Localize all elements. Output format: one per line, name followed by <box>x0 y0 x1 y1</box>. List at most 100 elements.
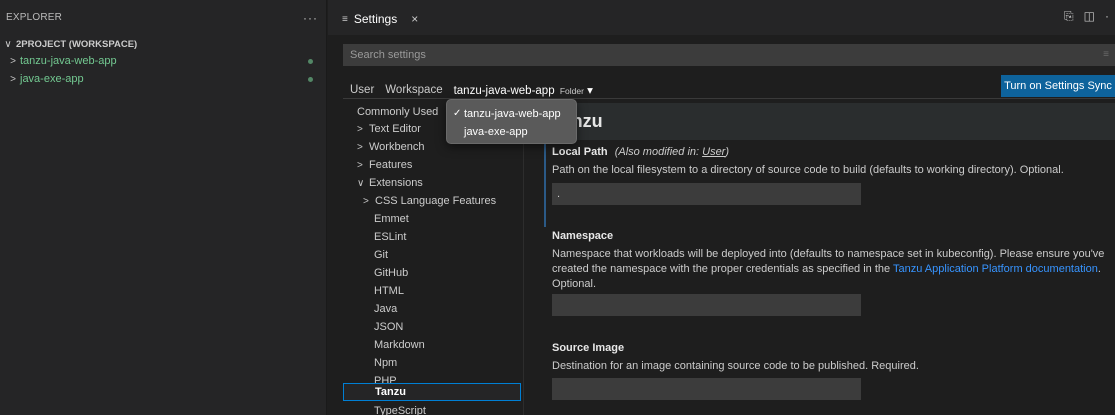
setting-namespace: Namespace Namespace that workloads will … <box>552 230 1112 292</box>
toc-label: Git <box>374 249 389 261</box>
toc-item-eslint[interactable]: ESLint <box>374 228 406 246</box>
filter-icon[interactable]: ≡ <box>1103 49 1109 60</box>
tab-actions: ⎘ ◫ · <box>1064 9 1109 24</box>
toc-label: Java <box>374 303 398 315</box>
setting-name: Source Image <box>552 342 625 354</box>
toc-label: JSON <box>374 321 404 333</box>
editor-tab-bar: ≡ Settings × ⎘ ◫ · <box>328 0 1115 35</box>
folder-scope-label: tanzu-java-web-app <box>453 85 555 97</box>
toc-label: HTML <box>374 285 404 297</box>
workspace-root[interactable]: ∨ 2PROJECT (WORKSPACE) <box>0 37 137 51</box>
toc-item-features[interactable]: > Features <box>357 156 412 174</box>
folder-suffix: Folder <box>559 86 584 96</box>
turn-on-settings-sync-button[interactable]: Turn on Settings Sync <box>1001 75 1115 97</box>
modified-dot-icon <box>308 59 313 64</box>
folder-label: tanzu-java-web-app <box>20 55 117 67</box>
setting-local-path: Local Path (Also modified in: User) Path… <box>552 146 1112 178</box>
toc-item-npm[interactable]: Npm <box>374 354 397 372</box>
toc-label: Extensions <box>369 177 423 189</box>
tap-documentation-link[interactable]: Tanzu Application Platform documentation <box>893 263 1098 275</box>
modified-suffix: ) <box>725 146 730 158</box>
toc-label: TypeScript <box>374 405 426 415</box>
toc-label: Workbench <box>369 141 425 153</box>
tab-workspace[interactable]: Workspace <box>385 84 442 96</box>
tab-folder[interactable]: tanzu-java-web-app Folder ▾ <box>454 83 593 97</box>
toc-item-json[interactable]: JSON <box>374 318 403 336</box>
setting-source-image: Source Image Destination for an image co… <box>552 342 1112 374</box>
chevron-right-icon: > <box>10 55 16 67</box>
settings-list: Tanzu Local Path (Also modified in: User… <box>524 100 1115 415</box>
tab-user[interactable]: User <box>350 84 374 96</box>
toc-item-html[interactable]: HTML <box>374 282 404 300</box>
local-path-input[interactable] <box>552 183 861 205</box>
chevron-down-icon: ∨ <box>357 177 365 189</box>
toc-label: Tanzu <box>375 386 406 398</box>
setting-title: Local Path (Also modified in: User) <box>552 146 1112 158</box>
toc-label: Commonly Used <box>357 106 439 118</box>
setting-description: Namespace that workloads will be deploye… <box>552 247 1112 292</box>
toc-item-commonly-used[interactable]: Commonly Used <box>357 103 438 121</box>
source-image-input[interactable] <box>552 378 861 400</box>
setting-name: Namespace <box>552 230 614 242</box>
setting-name: Local Path <box>552 146 608 158</box>
workspace-label: 2PROJECT (WORKSPACE) <box>16 38 138 50</box>
namespace-input[interactable] <box>552 294 861 316</box>
checkmark-icon: ✓ <box>453 108 462 119</box>
chevron-right-icon: > <box>363 195 369 207</box>
toc-label: Npm <box>374 357 398 369</box>
modified-prefix: (Also modified in: <box>614 146 703 158</box>
close-icon[interactable]: × <box>411 12 418 26</box>
modified-indicator: (Also modified in: User) <box>615 146 729 158</box>
toc-item-markdown[interactable]: Markdown <box>374 336 425 354</box>
setting-description: Destination for an image containing sour… <box>552 360 919 372</box>
tab-settings[interactable]: ≡ Settings × <box>336 5 424 33</box>
toc-item-typescript[interactable]: TypeScript <box>374 402 426 415</box>
setting-description: Path on the local filesystem to a direct… <box>552 164 1064 176</box>
toc-label: ESLint <box>374 231 407 243</box>
chevron-right-icon: > <box>357 159 363 171</box>
option-label: java-exe-app <box>464 125 528 138</box>
modified-in-user-link[interactable]: User <box>702 146 725 158</box>
chevron-down-icon: ▾ <box>587 85 593 97</box>
toc-item-workbench[interactable]: > Workbench <box>357 138 424 156</box>
toc-label: Text Editor <box>369 123 421 135</box>
folder-tanzu-java-web-app[interactable]: > tanzu-java-web-app <box>0 52 327 70</box>
chevron-right-icon: > <box>10 73 16 85</box>
explorer-sidebar: EXPLORER ··· ∨ 2PROJECT (WORKSPACE) > ta… <box>0 0 327 415</box>
settings-editor: ≡ User Workspace tanzu-java-web-app Fold… <box>328 35 1115 415</box>
toc-item-emmet[interactable]: Emmet <box>374 210 409 228</box>
option-label: tanzu-java-web-app <box>464 107 561 120</box>
focus-indicator <box>544 142 546 227</box>
explorer-title: EXPLORER <box>6 12 63 23</box>
toc-item-text-editor[interactable]: > Text Editor <box>357 120 421 138</box>
toc-item-java[interactable]: Java <box>374 300 397 318</box>
toc-label: CSS Language Features <box>375 195 497 207</box>
toc-item-css-language-features[interactable]: > CSS Language Features <box>363 192 496 210</box>
section-header-tanzu: Tanzu <box>524 103 1115 140</box>
dropdown-option-tanzu-java-web-app[interactable]: ✓ tanzu-java-web-app <box>453 105 561 122</box>
tab-label: Settings <box>353 12 398 26</box>
dropdown-option-java-exe-app[interactable]: java-exe-app <box>453 123 528 140</box>
chevron-down-icon: ∨ <box>4 38 12 50</box>
toc-label: Features <box>369 159 413 171</box>
chevron-right-icon: > <box>357 141 363 153</box>
split-editor-icon[interactable]: ◫ <box>1084 9 1095 24</box>
chevron-right-icon: > <box>357 123 363 135</box>
toc-item-tanzu[interactable]: Tanzu <box>343 383 521 401</box>
open-settings-json-icon[interactable]: ⎘ <box>1064 9 1074 24</box>
toc-label: GitHub <box>374 267 409 279</box>
search-bar: ≡ <box>343 44 1115 66</box>
more-actions-icon[interactable]: · <box>1105 9 1109 24</box>
folder-dropdown-menu: ✓ tanzu-java-web-app java-exe-app <box>446 99 577 144</box>
modified-dot-icon <box>308 77 313 82</box>
toc-item-github[interactable]: GitHub <box>374 264 408 282</box>
settings-editor-icon: ≡ <box>342 13 348 25</box>
explorer-header: EXPLORER ··· <box>0 0 326 35</box>
toc-label: Markdown <box>374 339 425 351</box>
more-actions-icon[interactable]: ··· <box>303 11 318 25</box>
toc-item-git[interactable]: Git <box>374 246 388 264</box>
search-input[interactable] <box>350 49 1070 61</box>
folder-java-exe-app[interactable]: > java-exe-app <box>0 70 327 88</box>
toc-label: Emmet <box>374 213 409 225</box>
toc-item-extensions[interactable]: ∨ Extensions <box>357 174 423 192</box>
